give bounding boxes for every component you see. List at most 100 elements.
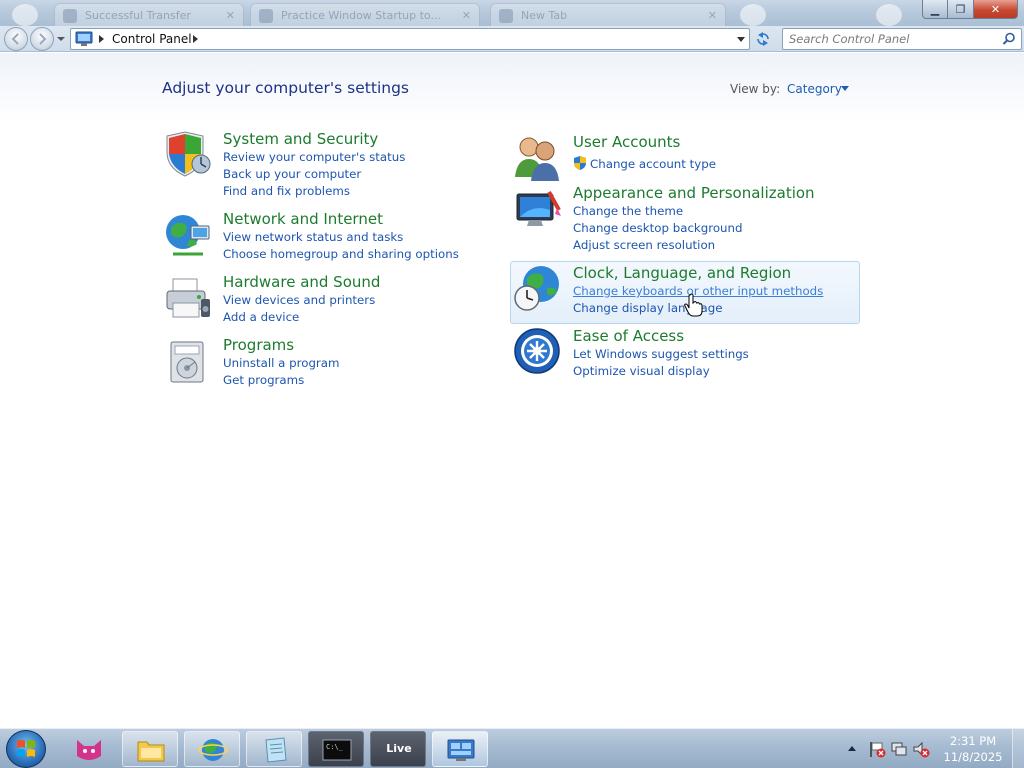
category-title[interactable]: User Accounts — [573, 133, 680, 151]
category-system-security: System and Security Review your computer… — [163, 130, 463, 200]
settings-icon[interactable] — [876, 4, 902, 26]
background-tab-3[interactable]: New Tab ✕ — [490, 3, 726, 26]
taskbar-cmd[interactable]: C:\_ — [308, 731, 364, 767]
address-dropdown-icon[interactable] — [737, 37, 745, 42]
taskbar: C:\_ Live 2:31 PM 11/8/2025 — [0, 728, 1024, 768]
background-tab-1-label: Successful Transfer — [85, 9, 191, 22]
system-tray: 2:31 PM 11/8/2025 — [840, 729, 1024, 768]
taskbar-live[interactable]: Live — [370, 731, 426, 767]
close-button[interactable]: ✕ — [974, 0, 1018, 19]
address-bar[interactable]: Control Panel — [70, 28, 750, 50]
close-tab-icon[interactable]: ✕ — [708, 9, 717, 22]
shield-icon[interactable] — [163, 130, 213, 180]
chevron-down-icon[interactable] — [841, 86, 849, 91]
maximize-button[interactable]: ❐ — [948, 0, 974, 19]
tray-clock-date[interactable]: 11/8/2025 — [938, 750, 1008, 764]
ease-of-access-icon[interactable] — [513, 327, 563, 377]
back-button[interactable] — [4, 27, 28, 51]
background-tab-2-label: Practice Window Startup to... — [281, 9, 441, 22]
taskbar-notepad[interactable] — [246, 731, 302, 767]
category-hardware-sound: Hardware and Sound View devices and prin… — [163, 273, 463, 328]
volume-muted-icon[interactable] — [912, 740, 930, 758]
tab-favicon-icon — [499, 9, 513, 23]
recent-pages-dropdown-icon[interactable] — [57, 34, 65, 44]
printer-icon[interactable] — [163, 273, 213, 323]
programs-icon[interactable] — [163, 336, 213, 386]
window-controls: ▁ ❐ ✕ — [922, 0, 1018, 19]
show-hidden-icons-icon[interactable] — [848, 746, 856, 751]
link-view-network-status[interactable]: View network status and tasks — [223, 230, 403, 244]
forward-button[interactable] — [30, 27, 54, 51]
browser-globe-icon — [198, 739, 228, 761]
page-title: Adjust your computer's settings — [162, 79, 409, 97]
minimize-button[interactable]: ▁ — [922, 0, 948, 19]
tab-favicon-icon — [259, 9, 273, 23]
new-tab-icon[interactable] — [740, 4, 766, 26]
link-homegroup-sharing[interactable]: Choose homegroup and sharing options — [223, 247, 459, 261]
category-ease-of-access: Ease of Access Let Windows suggest setti… — [513, 327, 853, 382]
category-title[interactable]: Clock, Language, and Region — [573, 264, 791, 282]
search-input[interactable] — [789, 31, 994, 47]
browser-app-icon — [12, 4, 38, 26]
taskbar-control-panel[interactable] — [432, 731, 488, 767]
link-uninstall-program[interactable]: Uninstall a program — [223, 356, 340, 370]
taskbar-file-explorer[interactable] — [122, 731, 178, 767]
link-back-up[interactable]: Back up your computer — [223, 167, 361, 181]
hand-cursor-icon — [684, 293, 703, 317]
link-change-account-type[interactable]: Change account type — [590, 157, 716, 171]
navigation-bar: Control Panel — [0, 26, 1024, 52]
link-add-device[interactable]: Add a device — [223, 310, 299, 324]
search-icon[interactable] — [1002, 32, 1016, 46]
uac-shield-icon — [574, 156, 586, 170]
window-titlebar: Successful Transfer ✕ Practice Window St… — [0, 0, 1024, 26]
show-desktop-button[interactable] — [1012, 729, 1024, 768]
breadcrumb-separator-icon[interactable] — [193, 35, 198, 43]
live-app-label: Live — [386, 742, 412, 755]
forward-arrow-icon — [39, 33, 47, 45]
category-clock-region: Clock, Language, and Region Change keybo… — [513, 264, 853, 319]
link-review-status[interactable]: Review your computer's status — [223, 150, 405, 164]
breadcrumb-separator-icon[interactable] — [99, 35, 104, 43]
control-panel-icon — [75, 31, 93, 46]
breadcrumb-control-panel[interactable]: Control Panel — [112, 32, 192, 46]
search-box[interactable] — [782, 28, 1022, 50]
category-title[interactable]: Programs — [223, 336, 294, 354]
svg-text:C:\_: C:\_ — [326, 743, 344, 751]
link-optimize-display[interactable]: Optimize visual display — [573, 364, 710, 378]
category-title[interactable]: Hardware and Sound — [223, 273, 380, 291]
control-panel-content: Adjust your computer's settings View by:… — [0, 53, 1024, 728]
close-tab-icon[interactable]: ✕ — [462, 9, 471, 22]
start-button[interactable] — [6, 730, 46, 768]
category-programs: Programs Uninstall a program Get program… — [163, 336, 463, 391]
users-icon[interactable] — [513, 133, 563, 183]
globe-clock-icon[interactable] — [513, 264, 563, 314]
link-devices-printers[interactable]: View devices and printers — [223, 293, 375, 307]
folder-icon — [137, 741, 165, 762]
taskbar-ie[interactable] — [184, 731, 240, 767]
refresh-icon[interactable] — [752, 29, 774, 49]
category-title[interactable]: System and Security — [223, 130, 378, 148]
network-icon[interactable] — [890, 740, 908, 758]
link-change-theme[interactable]: Change the theme — [573, 204, 683, 218]
link-get-programs[interactable]: Get programs — [223, 373, 304, 387]
tray-clock-time[interactable]: 2:31 PM — [938, 734, 1008, 748]
action-center-flag-icon[interactable] — [868, 740, 886, 758]
taskbar-app-cat[interactable] — [60, 731, 116, 767]
link-screen-resolution[interactable]: Adjust screen resolution — [573, 238, 715, 252]
close-tab-icon[interactable]: ✕ — [226, 9, 235, 22]
category-title[interactable]: Appearance and Personalization — [573, 184, 815, 202]
tab-favicon-icon — [63, 9, 77, 23]
background-tab-1[interactable]: Successful Transfer ✕ — [54, 3, 244, 26]
monitor-paintbrush-icon[interactable] — [513, 184, 563, 234]
link-find-fix-problems[interactable]: Find and fix problems — [223, 184, 350, 198]
category-title[interactable]: Network and Internet — [223, 210, 383, 228]
view-by-dropdown[interactable]: Category — [787, 82, 842, 96]
link-suggest-settings[interactable]: Let Windows suggest settings — [573, 347, 749, 361]
back-arrow-icon — [11, 33, 19, 45]
notepad-icon — [265, 737, 287, 763]
link-desktop-background[interactable]: Change desktop background — [573, 221, 743, 235]
category-appearance: Appearance and Personalization Change th… — [513, 184, 853, 254]
network-globe-icon[interactable] — [163, 210, 213, 260]
category-title[interactable]: Ease of Access — [573, 327, 684, 345]
background-tab-2[interactable]: Practice Window Startup to... ✕ — [250, 3, 480, 26]
